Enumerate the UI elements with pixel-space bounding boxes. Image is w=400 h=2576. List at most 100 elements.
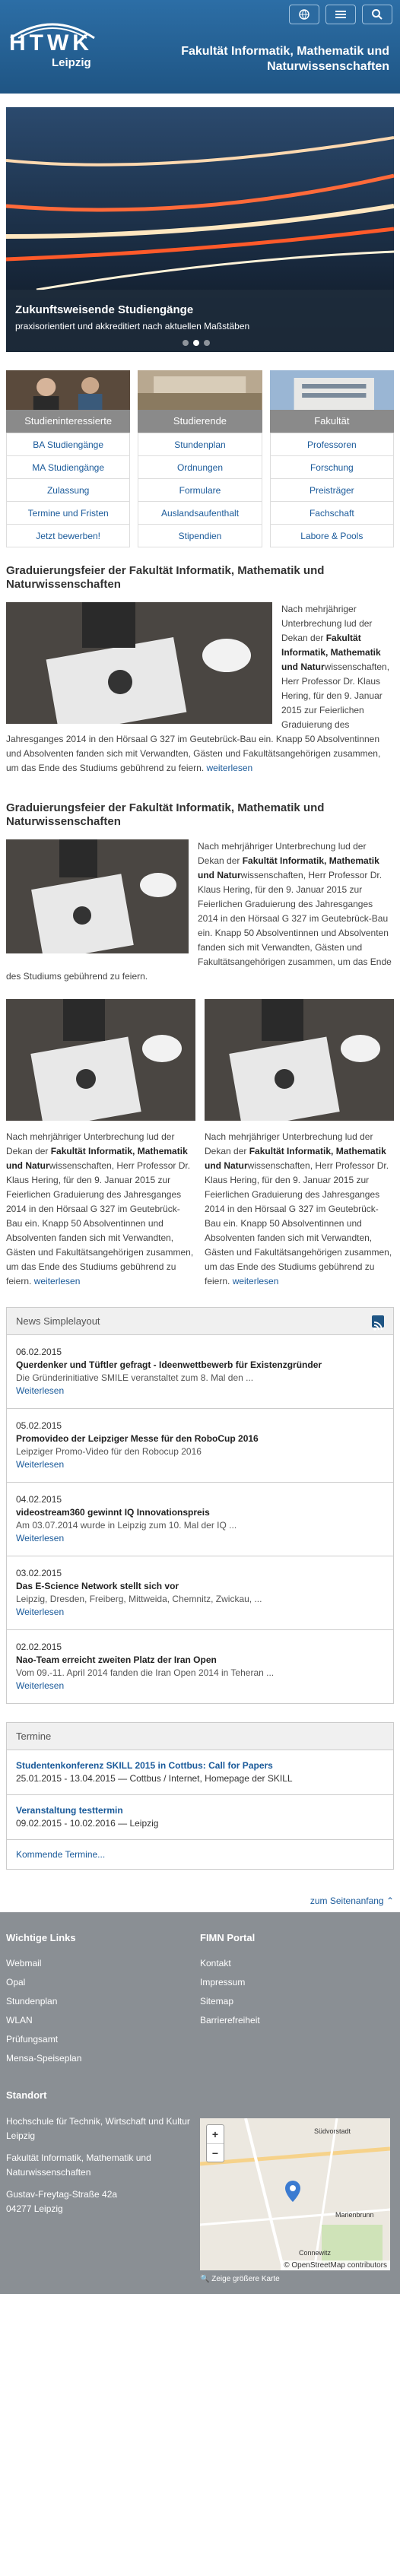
search-icon: 🔍 [200,2275,210,2283]
tile-link[interactable]: Formulare [138,478,262,501]
back-to-top[interactable]: zum Seitenanfang ⌃ [6,1896,394,1906]
hero-slider[interactable]: Zukunftsweisende Studiengänge praxisorie… [6,107,394,352]
footer-link[interactable]: Webmail [6,1954,200,1973]
logo-text: HTWK [9,30,93,56]
footer-heading: FIMN Portal [200,1932,256,1943]
svg-text:Connewitz: Connewitz [299,2249,332,2257]
svg-text:Südvorstadt: Südvorstadt [314,2127,351,2135]
news-item: 04.02.2015 videostream360 gewinnt IQ Inn… [7,1483,393,1556]
footer-link[interactable]: Stundenplan [6,1992,200,2011]
footer-link[interactable]: Mensa-Speiseplan [6,2049,200,2068]
event-item: Veranstaltung testtermin 09.02.2015 - 10… [7,1795,393,1840]
read-more-link[interactable]: weiterlesen [207,763,253,773]
larger-map-link[interactable]: 🔍 Zeige größere Karte [200,2275,390,2283]
tile-link[interactable]: Stundenplan [138,433,262,455]
article-text: Nach mehrjähriger Unterbrechung lud der … [205,1131,392,1286]
tile-link[interactable]: MA Studiengänge [7,455,130,478]
tile-link[interactable]: Termine und Fristen [7,501,130,524]
zoom-out-button[interactable]: − [207,2143,224,2162]
news-more-link[interactable]: Weiterlesen [16,1459,64,1470]
location-map[interactable]: Südvorstadt Connewitz Marienbrunn + − © … [200,2118,390,2270]
footer-link[interactable]: Kontakt [200,1954,394,1973]
tile-link[interactable]: Stipendien [138,524,262,547]
slider-dot[interactable] [183,340,189,346]
news-teaser: Die Gründerinitiative SMILE veranstaltet… [16,1372,254,1383]
tile-link[interactable]: Zulassung [7,478,130,501]
news-heading: News Simplelayout [7,1308,393,1335]
site-footer: Wichtige Links Webmail Opal Stundenplan … [0,1912,400,2294]
tile-link[interactable]: Preisträger [270,478,393,501]
tile-link[interactable]: BA Studiengänge [7,433,130,455]
footer-heading: Standort [6,2089,47,2101]
event-info: 09.02.2015 - 10.02.2016 — Leipzig [16,1818,159,1829]
news-title[interactable]: Promovideo der Leipziger Messe für den R… [16,1432,384,1445]
events-heading: Termine [7,1723,393,1750]
tile-heading: Fakultät [269,410,394,433]
hero-title: Zukunftsweisende Studiengänge [15,303,194,316]
news-date: 04.02.2015 [16,1494,62,1505]
read-more-link[interactable]: weiterlesen [233,1276,279,1286]
footer-link[interactable]: Prüfungsamt [6,2030,200,2049]
news-title[interactable]: Querdenker und Tüftler gefragt - Ideenwe… [16,1359,384,1372]
rss-icon[interactable] [372,1315,384,1331]
slider-dot[interactable] [204,340,210,346]
event-title[interactable]: Studentenkonferenz SKILL 2015 in Cottbus… [16,1760,273,1771]
news-teaser: Am 03.07.2014 wurde in Leipzig zum 10. M… [16,1520,237,1531]
back-to-top-link[interactable]: zum Seitenanfang [310,1896,384,1906]
footer-link[interactable]: WLAN [6,2011,200,2030]
more-events-link[interactable]: Kommende Termine... [16,1849,105,1860]
tile-link[interactable]: Labore & Pools [270,524,393,547]
htwk-logo[interactable]: HTWK Leipzig [6,14,101,71]
news-item: 03.02.2015 Das E-Science Network stellt … [7,1556,393,1630]
footer-links: Wichtige Links Webmail Opal Stundenplan … [6,1932,200,2068]
footer-link[interactable]: Impressum [200,1973,394,1992]
news-box: News Simplelayout 06.02.2015 Querdenker … [6,1307,394,1704]
news-teaser: Leipzig, Dresden, Freiberg, Mittweida, C… [16,1594,262,1604]
quicklink-tiles: Studieninteressierte BA Studiengänge MA … [6,370,394,547]
language-button[interactable] [289,5,319,24]
footer-link[interactable]: Sitemap [200,1992,394,2011]
footer-link[interactable]: Opal [6,1973,200,1992]
article-title: Graduierungsfeier der Fakultät Informati… [6,801,325,828]
news-teaser: Vom 09.-11. April 2014 fanden die Iran O… [16,1667,275,1678]
read-more-link[interactable]: weiterlesen [34,1276,81,1286]
event-title[interactable]: Veranstaltung testtermin [16,1805,123,1816]
slider-dots [183,340,210,346]
news-title[interactable]: Das E-Science Network stellt sich vor [16,1580,384,1593]
news-more-link[interactable]: Weiterlesen [16,1607,64,1617]
tile-link[interactable]: Auslandsaufenthalt [138,501,262,524]
hero-subtitle: praxisorientiert und akkreditiert nach a… [15,321,250,332]
slider-dot-active[interactable] [193,340,199,346]
news-more-link[interactable]: Weiterlesen [16,1533,64,1543]
tile-link[interactable]: Ordnungen [138,455,262,478]
map-attribution: © OpenStreetMap contributors [281,2260,390,2270]
tile-link[interactable]: Fachschaft [270,501,393,524]
map-zoom-control: + − [206,2124,224,2162]
menu-button[interactable] [325,5,356,24]
tile-link[interactable]: Jetzt bewerben! [7,524,130,547]
footer-heading: Wichtige Links [6,1932,76,1943]
tile-heading: Studieninteressierte [6,410,131,433]
article-image [6,839,189,953]
article-image [6,602,272,724]
news-date: 03.02.2015 [16,1568,62,1578]
news-more-link[interactable]: Weiterlesen [16,1680,64,1691]
news-title[interactable]: Nao-Team erreicht zweiten Platz der Iran… [16,1654,384,1667]
news-more-link[interactable]: Weiterlesen [16,1385,64,1396]
article-2: Graduierungsfeier der Fakultät Informati… [6,801,394,984]
article-image [205,999,394,1121]
news-title[interactable]: videostream360 gewinnt IQ Innovationspre… [16,1506,384,1519]
chevron-up-icon: ⌃ [386,1896,394,1906]
search-icon [372,9,383,20]
tile-link[interactable]: Forschung [270,455,393,478]
tile-link[interactable]: Professoren [270,433,393,455]
footer-link[interactable]: Barrierefreiheit [200,2011,394,2030]
address-line: Fakultät Informatik, Mathematik und Natu… [6,2152,151,2178]
faculty-title: Fakultät Informatik, Mathematik und Natu… [181,45,389,73]
zoom-in-button[interactable]: + [207,2125,224,2143]
globe-icon [299,9,310,20]
search-button[interactable] [362,5,392,24]
news-item: 05.02.2015 Promovideo der Leipziger Mess… [7,1409,393,1483]
events-box: Termine Studentenkonferenz SKILL 2015 in… [6,1722,394,1870]
article-column: Nach mehrjähriger Unterbrechung lud der … [205,999,394,1289]
